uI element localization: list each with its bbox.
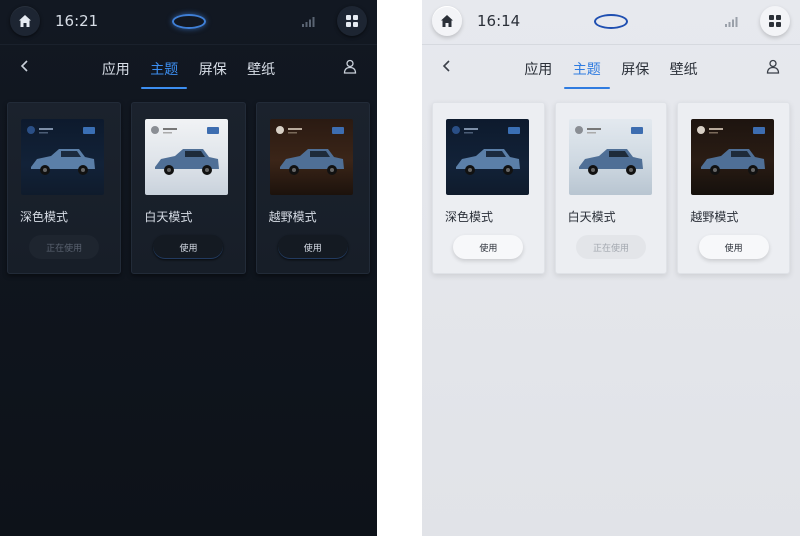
tab-screensaver[interactable]: 屏保 — [196, 59, 230, 89]
tab-theme[interactable]: 主题 — [563, 59, 610, 89]
tab-screensaver[interactable]: 屏保 — [618, 59, 652, 89]
status-bar: 16:21 — [0, 0, 377, 44]
home-icon — [441, 15, 453, 27]
in-use-button: 正在使用 — [576, 235, 646, 259]
theme-card-offroad[interactable]: 越野模式 使用 — [255, 102, 370, 274]
user-icon[interactable] — [766, 59, 780, 74]
tabs: 应用 主题 屏保 壁纸 — [422, 59, 800, 89]
brand-logo — [171, 14, 206, 29]
theme-card-day[interactable]: 白天模式 使用 — [131, 102, 246, 274]
theme-card-day[interactable]: 白天模式 正在使用 — [554, 102, 668, 274]
truck-preview-icon — [574, 126, 643, 175]
tab-apps[interactable]: 应用 — [99, 59, 133, 89]
use-button[interactable]: 使用 — [453, 235, 524, 259]
grid-icon — [769, 15, 781, 27]
tab-wallpaper[interactable]: 壁纸 — [244, 59, 278, 89]
home-button[interactable] — [10, 6, 40, 36]
clock-time: 16:14 — [477, 12, 521, 30]
theme-card-dark[interactable]: 深色模式 使用 — [432, 102, 545, 274]
theme-card-list: 深色模式 正在使用 白天模式 使用 越野模式 使用 — [7, 102, 370, 274]
tab-theme[interactable]: 主题 — [141, 59, 188, 89]
truck-preview-icon — [452, 126, 520, 175]
apps-button[interactable] — [337, 6, 367, 36]
apps-button[interactable] — [760, 6, 790, 36]
grid-icon — [346, 15, 358, 27]
user-icon[interactable] — [343, 59, 357, 74]
theme-title: 深色模式 — [445, 210, 494, 224]
theme-title: 越野模式 — [268, 210, 317, 224]
theme-title: 越野模式 — [690, 210, 739, 224]
theme-preview-offroad — [691, 119, 775, 195]
tab-bar: 应用 主题 屏保 壁纸 — [422, 44, 800, 91]
theme-card-dark[interactable]: 深色模式 正在使用 — [7, 102, 122, 274]
use-button[interactable]: 使用 — [277, 235, 348, 259]
tab-wallpaper[interactable]: 壁纸 — [667, 59, 701, 89]
theme-preview-dark — [21, 119, 104, 195]
in-use-button: 正在使用 — [29, 235, 100, 259]
home-icon — [19, 15, 31, 27]
theme-preview-day — [568, 119, 652, 195]
signal-icon — [302, 17, 315, 27]
truck-preview-icon — [151, 126, 220, 175]
theme-preview-offroad — [269, 119, 353, 195]
theme-title: 白天模式 — [567, 210, 616, 224]
theme-card-list: 深色模式 使用 白天模式 正在使用 越野模式 使用 — [432, 102, 791, 274]
brand-logo — [594, 14, 628, 29]
dark-theme-screen: 16:21 应用 主题 屏保 壁纸 深色模式 正在使用 白天模式 使用 越野模式… — [0, 0, 377, 536]
theme-card-offroad[interactable]: 越野模式 使用 — [677, 102, 791, 274]
status-bar: 16:14 — [422, 0, 800, 44]
clock-time: 16:21 — [55, 12, 99, 30]
theme-preview-day — [145, 119, 229, 195]
light-theme-screen: 16:14 应用 主题 屏保 壁纸 深色模式 使用 白天模式 正在使用 越野模式… — [422, 0, 800, 536]
truck-preview-icon — [27, 126, 95, 175]
tab-apps[interactable]: 应用 — [521, 59, 555, 89]
home-button[interactable] — [432, 6, 462, 36]
theme-title: 深色模式 — [20, 210, 69, 224]
theme-title: 白天模式 — [144, 210, 193, 224]
truck-preview-icon — [275, 126, 344, 175]
tab-bar: 应用 主题 屏保 壁纸 — [0, 44, 377, 91]
truck-preview-icon — [697, 126, 766, 175]
use-button[interactable]: 使用 — [153, 235, 224, 259]
signal-icon — [725, 17, 738, 27]
use-button[interactable]: 使用 — [698, 235, 769, 259]
tabs: 应用 主题 屏保 壁纸 — [0, 59, 377, 89]
theme-preview-dark — [446, 119, 529, 195]
